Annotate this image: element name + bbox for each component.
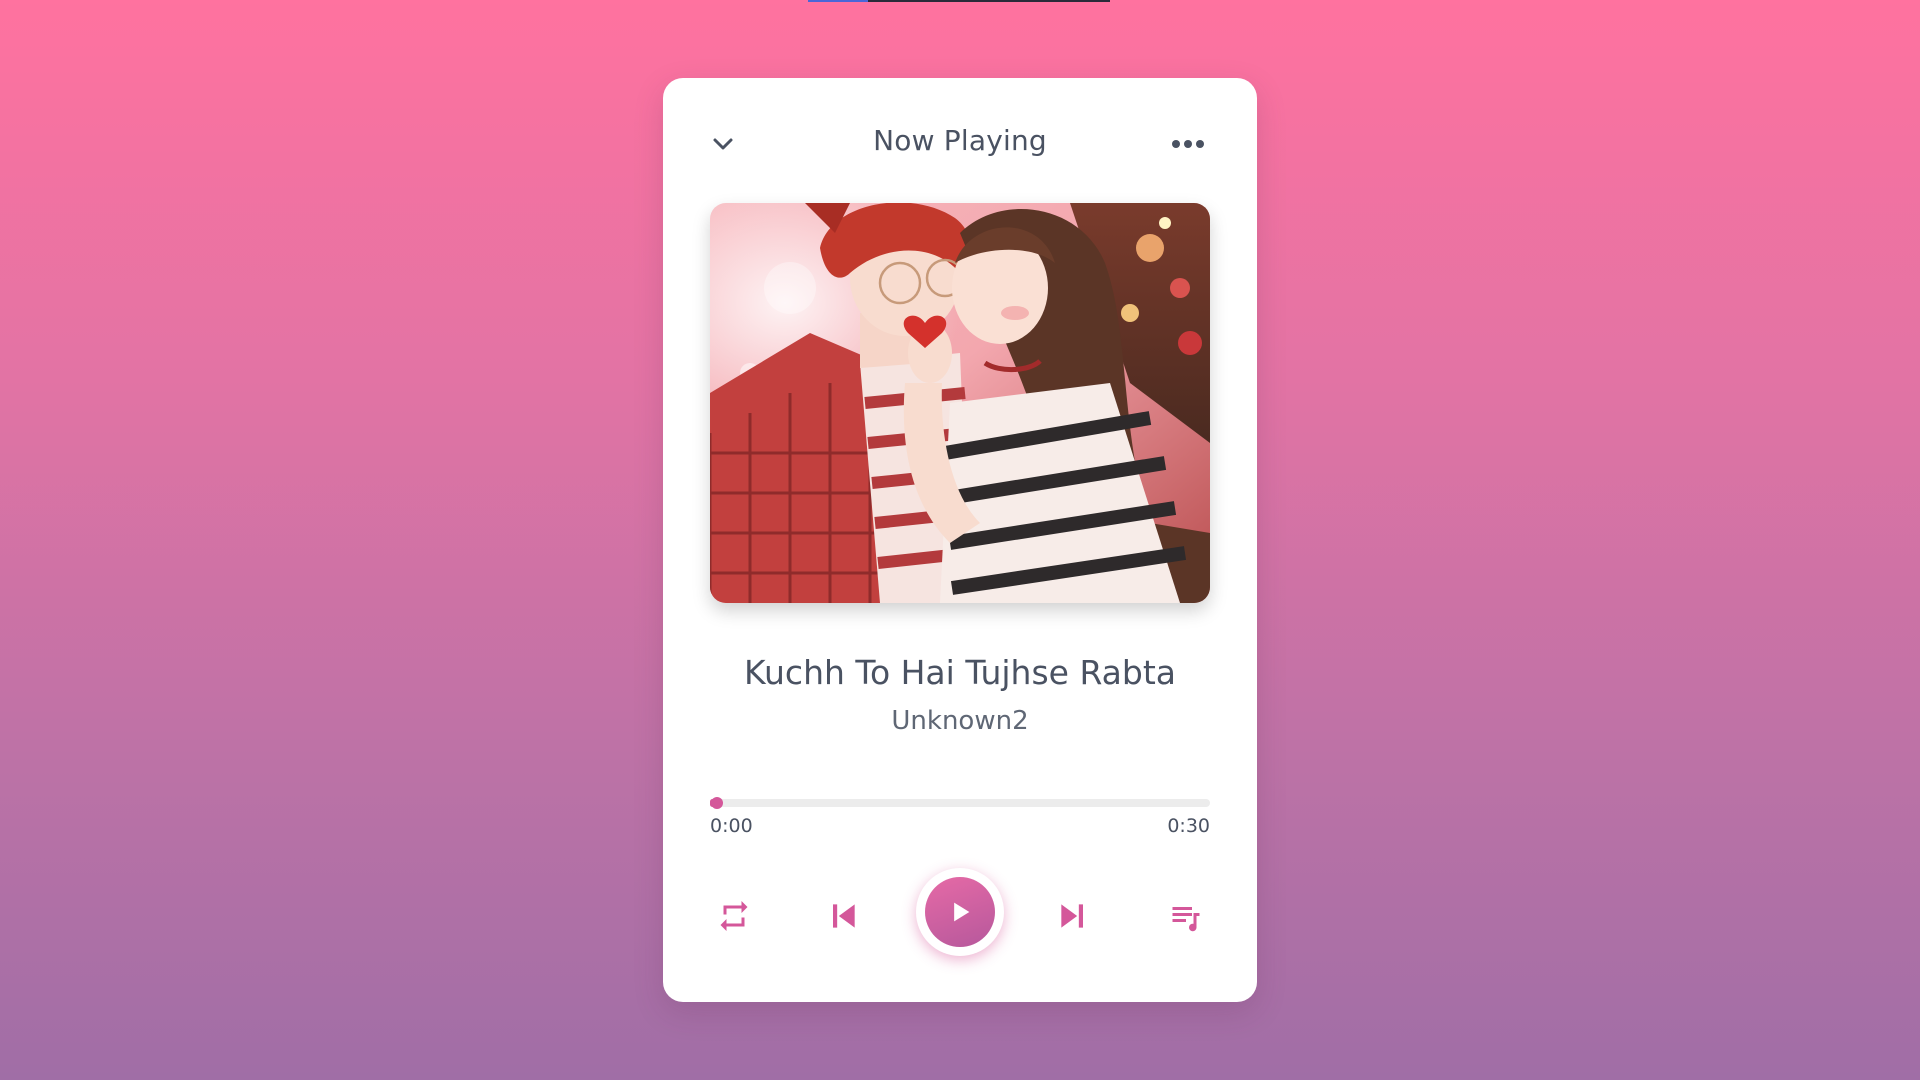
repeat-icon <box>720 901 748 931</box>
skip-next-icon <box>1061 904 1083 928</box>
player-header: Now Playing <box>663 78 1257 198</box>
play-button[interactable] <box>916 868 1004 956</box>
play-button-inner <box>925 877 995 947</box>
more-horizontal-icon <box>1172 140 1204 148</box>
artist-name: Unknown2 <box>891 706 1029 736</box>
top-progress-line-segment <box>808 0 868 2</box>
more-options-button[interactable] <box>1163 124 1213 164</box>
album-artwork-illustration <box>710 203 1210 603</box>
skip-previous-icon <box>833 904 855 928</box>
repeat-button[interactable] <box>706 888 762 944</box>
player-card: Now Playing Kuchh To Hai Tujhse Rabta Un… <box>663 78 1257 1002</box>
next-button[interactable] <box>1045 888 1101 944</box>
album-artwork <box>710 203 1210 603</box>
song-title: Kuchh To Hai Tujhse Rabta <box>744 653 1176 692</box>
playback-controls <box>663 868 1257 978</box>
current-time: 0:00 <box>710 815 753 837</box>
progress-bar[interactable] <box>710 797 1210 809</box>
play-icon <box>954 902 970 922</box>
previous-button[interactable] <box>815 888 871 944</box>
top-progress-line <box>808 0 1110 2</box>
duration-time: 0:30 <box>1167 815 1210 837</box>
playlist-icon <box>1172 907 1200 932</box>
playlist-button[interactable] <box>1158 888 1214 944</box>
progress-thumb[interactable] <box>711 797 723 809</box>
